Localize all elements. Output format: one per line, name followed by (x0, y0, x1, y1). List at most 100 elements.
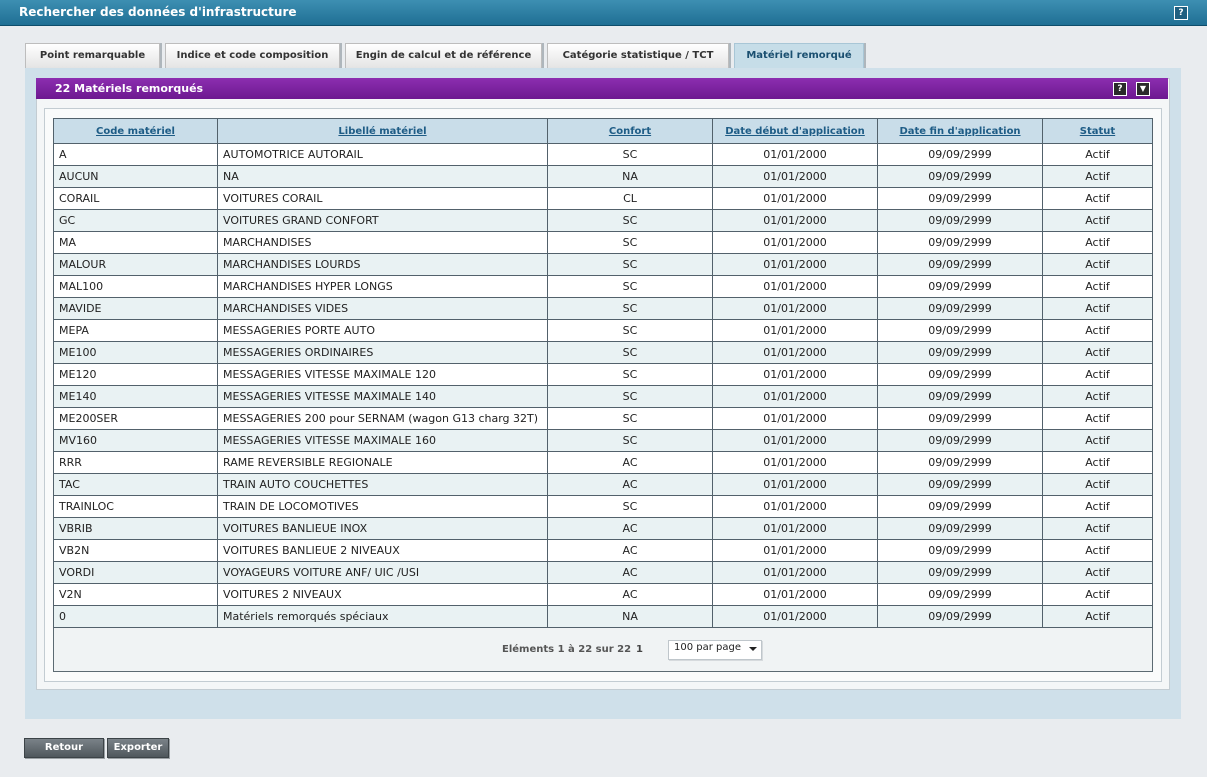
cell-statut: Actif (1042, 517, 1153, 540)
cell-date-debut: 01/01/2000 (712, 451, 878, 474)
table-header-row: Code matériel Libellé matériel Confort D… (53, 118, 1153, 144)
cell-statut: Actif (1042, 209, 1153, 232)
cell-code: MA (53, 231, 218, 254)
table-row[interactable]: VBRIB VOITURES BANLIEUE INOX AC 01/01/2000 0… (53, 517, 1153, 540)
table-row[interactable]: CORAIL VOITURES CORAIL CL 01/01/2000 09/09/2… (53, 187, 1153, 210)
cell-statut: Actif (1042, 473, 1153, 496)
column-header-libelle[interactable]: Libellé matériel (217, 118, 548, 144)
tab-materiel-remorque[interactable]: Matériel remorqué (734, 43, 864, 68)
table-row[interactable]: ME100 MESSAGERIES ORDINAIRES SC 01/01/2000 0… (53, 341, 1153, 364)
table-row[interactable]: AUCUN NA NA 01/01/2000 09/09/2999 Actif (53, 165, 1153, 188)
cell-statut: Actif (1042, 165, 1153, 188)
cell-libelle: MESSAGERIES VITESSE MAXIMALE 120 (217, 363, 548, 386)
table-row[interactable]: MALOUR MARCHANDISES LOURDS SC 01/01/2000 09/… (53, 253, 1153, 276)
cell-code: ME120 (53, 363, 218, 386)
column-header-date-fin[interactable]: Date fin d'application (877, 118, 1043, 144)
cell-date-fin: 09/09/2999 (877, 341, 1043, 364)
cell-date-debut: 01/01/2000 (712, 495, 878, 518)
cell-statut: Actif (1042, 143, 1153, 166)
cell-date-fin: 09/09/2999 (877, 275, 1043, 298)
table-row[interactable]: ME200SER MESSAGERIES 200 pour SERNAM (wag… (53, 407, 1153, 430)
table-row[interactable]: VB2N VOITURES BANLIEUE 2 NIVEAUX AC 01/01/2… (53, 539, 1153, 562)
cell-libelle: TRAIN AUTO COUCHETTES (217, 473, 548, 496)
cell-confort: AC (547, 561, 713, 584)
table-row[interactable]: 0 Matériels remorqués spéciaux NA 01/01/200… (53, 605, 1153, 628)
table-row[interactable]: ME140 MESSAGERIES VITESSE MAXIMALE 140 SC 0… (53, 385, 1153, 408)
cell-libelle: TRAIN DE LOCOMOTIVES (217, 495, 548, 518)
table-row[interactable]: MEPA MESSAGERIES PORTE AUTO SC 01/01/2000 09… (53, 319, 1153, 342)
cell-libelle: MARCHANDISES VIDES (217, 297, 548, 320)
window-help-icon[interactable]: ? (1174, 6, 1188, 20)
table-row[interactable]: MAVIDE MARCHANDISES VIDES SC 01/01/2000 09/0… (53, 297, 1153, 320)
table-row[interactable]: GC VOITURES GRAND CONFORT SC 01/01/2000 09/0… (53, 209, 1153, 232)
page-number-link[interactable]: 1 (636, 644, 643, 655)
cell-libelle: VOYAGEURS VOITURE ANF/ UIC /USI (217, 561, 548, 584)
tab-indice-code-composition[interactable]: Indice et code composition (165, 43, 340, 68)
cell-confort: AC (547, 473, 713, 496)
cell-date-debut: 01/01/2000 (712, 231, 878, 254)
table-row[interactable]: V2N VOITURES 2 NIVEAUX AC 01/01/2000 09/09/2… (53, 583, 1153, 606)
table-row[interactable]: VORDI VOYAGEURS VOITURE ANF/ UIC /USI AC 01… (53, 561, 1153, 584)
cell-code: VB2N (53, 539, 218, 562)
column-header-date-debut[interactable]: Date début d'application (712, 118, 878, 144)
cell-code: RRR (53, 451, 218, 474)
results-table: Code matériel Libellé matériel Confort D… (53, 118, 1153, 628)
cell-confort: SC (547, 407, 713, 430)
cell-statut: Actif (1042, 451, 1153, 474)
column-header-confort[interactable]: Confort (547, 118, 713, 144)
tab-engin-calcul-reference[interactable]: Engin de calcul et de référence (345, 43, 542, 68)
cell-date-debut: 01/01/2000 (712, 539, 878, 562)
cell-libelle: MESSAGERIES ORDINAIRES (217, 341, 548, 364)
per-page-value: 100 par page (674, 642, 742, 653)
panel-menu-chevron-down-icon[interactable]: ▼ (1136, 82, 1150, 96)
cell-statut: Actif (1042, 187, 1153, 210)
cell-code: A (53, 143, 218, 166)
cell-statut: Actif (1042, 495, 1153, 518)
cell-statut: Actif (1042, 319, 1153, 342)
table-row[interactable]: TAC TRAIN AUTO COUCHETTES AC 01/01/2000 09/0… (53, 473, 1153, 496)
cell-confort: SC (547, 231, 713, 254)
cell-statut: Actif (1042, 253, 1153, 276)
export-button[interactable]: Exporter (107, 738, 169, 758)
column-header-code[interactable]: Code matériel (53, 118, 218, 144)
cell-date-debut: 01/01/2000 (712, 209, 878, 232)
chevron-down-icon (749, 647, 757, 651)
cell-date-debut: 01/01/2000 (712, 473, 878, 496)
cell-statut: Actif (1042, 231, 1153, 254)
cell-confort: SC (547, 429, 713, 452)
cell-date-fin: 09/09/2999 (877, 539, 1043, 562)
cell-statut: Actif (1042, 363, 1153, 386)
cell-confort: SC (547, 143, 713, 166)
panel-header: 22 Matériels remorqués ? ▼ (36, 78, 1168, 99)
cell-date-debut: 01/01/2000 (712, 165, 878, 188)
cell-code: MEPA (53, 319, 218, 342)
cell-date-fin: 09/09/2999 (877, 583, 1043, 606)
cell-statut: Actif (1042, 385, 1153, 408)
pagination-info: Eléments 1 à 22 sur 22 (502, 644, 632, 655)
column-header-statut[interactable]: Statut (1042, 118, 1153, 144)
table-row[interactable]: MAL100 MARCHANDISES HYPER LONGS SC 01/01/20… (53, 275, 1153, 298)
cell-date-fin: 09/09/2999 (877, 231, 1043, 254)
table-row[interactable]: RRR RAME REVERSIBLE REGIONALE AC 01/01/2000… (53, 451, 1153, 474)
table-row[interactable]: MV160 MESSAGERIES VITESSE MAXIMALE 160 SC 0… (53, 429, 1153, 452)
cell-libelle: RAME REVERSIBLE REGIONALE (217, 451, 548, 474)
cell-confort: SC (547, 275, 713, 298)
cell-code: TRAINLOC (53, 495, 218, 518)
table-row[interactable]: MA MARCHANDISES SC 01/01/2000 09/09/2999 Acti… (53, 231, 1153, 254)
tab-categorie-statistique[interactable]: Catégorie statistique / TCT (547, 43, 729, 68)
cell-libelle: MESSAGERIES PORTE AUTO (217, 319, 548, 342)
table-row[interactable]: A AUTOMOTRICE AUTORAIL SC 01/01/2000 09/09/2… (53, 143, 1153, 166)
table-row[interactable]: ME120 MESSAGERIES VITESSE MAXIMALE 120 SC 0… (53, 363, 1153, 386)
cell-code: AUCUN (53, 165, 218, 188)
cell-libelle: VOITURES CORAIL (217, 187, 548, 210)
tab-point-remarquable[interactable]: Point remarquable (25, 43, 160, 68)
table-row[interactable]: TRAINLOC TRAIN DE LOCOMOTIVES SC 01/01/2000… (53, 495, 1153, 518)
back-button[interactable]: Retour (24, 738, 104, 758)
cell-libelle: VOITURES BANLIEUE 2 NIVEAUX (217, 539, 548, 562)
cell-code: MV160 (53, 429, 218, 452)
per-page-select[interactable]: 100 par page (668, 640, 762, 660)
cell-confort: CL (547, 187, 713, 210)
cell-date-debut: 01/01/2000 (712, 297, 878, 320)
cell-date-debut: 01/01/2000 (712, 517, 878, 540)
panel-help-icon[interactable]: ? (1113, 82, 1127, 96)
